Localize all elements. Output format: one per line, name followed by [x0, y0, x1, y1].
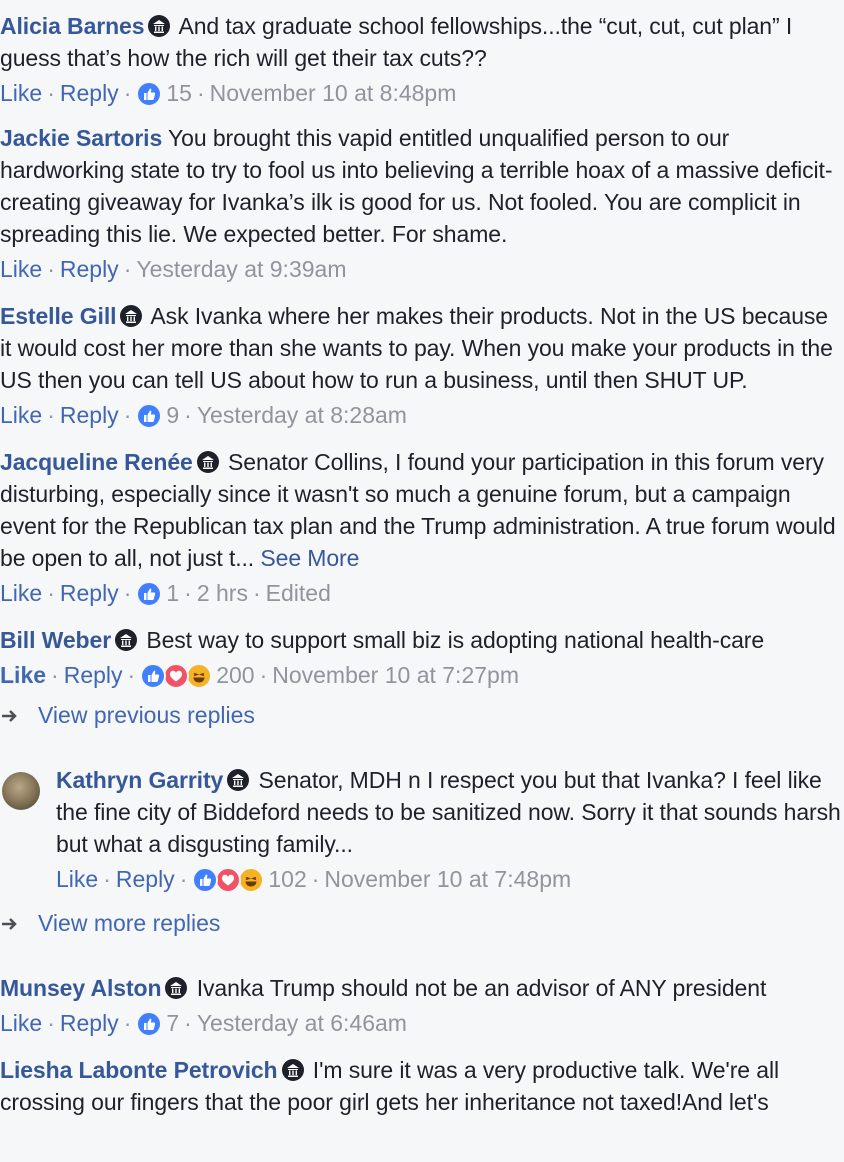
government-badge-icon	[281, 1059, 304, 1081]
comment-author[interactable]: Bill Weber	[0, 627, 111, 653]
comment-body: Estelle Gill Ask Ivanka where her makes …	[0, 300, 844, 396]
reactions[interactable]	[136, 1011, 166, 1037]
comment-body: Bill Weber Best way to support small biz…	[0, 624, 844, 656]
reaction-count: 7	[166, 1010, 180, 1036]
view-more-replies-link[interactable]: View more replies	[0, 906, 844, 940]
reply-link[interactable]: Reply	[60, 80, 119, 106]
like-link[interactable]: Like	[0, 580, 42, 606]
reply-link[interactable]: Reply	[64, 662, 123, 688]
comment-jackie-sartoris: Jackie Sartoris You brought this vapid e…	[0, 122, 844, 286]
reply-link[interactable]: Reply	[116, 866, 175, 892]
reply-link[interactable]: Reply	[60, 1010, 119, 1036]
comment-body: Jacqueline Renée Senator Collins, I foun…	[0, 446, 844, 574]
reply-link[interactable]: Reply	[60, 402, 119, 428]
comment-body: Alicia Barnes And tax graduate school fe…	[0, 10, 844, 74]
comment-author[interactable]: Jackie Sartoris	[0, 125, 162, 151]
comment-feed: Alicia Barnes And tax graduate school fe…	[0, 0, 844, 1118]
comment-author[interactable]: Liesha Labonte Petrovich	[0, 1057, 278, 1083]
comment-bill-weber: Bill Weber Best way to support small biz…	[0, 624, 844, 732]
comment-liesha-labonte-petrovich: Liesha Labonte Petrovich I'm sure it was…	[0, 1054, 844, 1118]
comment-author[interactable]: Jacqueline Renée	[0, 449, 193, 475]
like-link[interactable]: Like	[0, 662, 46, 688]
comment-body: Kathryn Garrity Senator, MDH n I respect…	[56, 764, 844, 860]
comment-estelle-gill: Estelle Gill Ask Ivanka where her makes …	[0, 300, 844, 432]
reply-link[interactable]: Reply	[60, 256, 119, 282]
reaction-count: 15	[166, 80, 192, 106]
haha-reaction-icon	[238, 867, 265, 893]
like-reaction-icon	[136, 403, 163, 429]
like-link[interactable]: Like	[0, 80, 42, 106]
comment-author[interactable]: Alicia Barnes	[0, 13, 145, 39]
timestamp[interactable]: November 10 at 7:27pm	[272, 662, 519, 688]
view-previous-replies-link[interactable]: View previous replies	[0, 698, 844, 732]
like-reaction-icon	[136, 81, 163, 107]
reactions[interactable]	[136, 581, 166, 607]
government-badge-icon	[120, 305, 143, 327]
reply-arrow-icon	[0, 906, 24, 940]
reply-link[interactable]: Reply	[60, 580, 119, 606]
reply-kathryn-garrity: Kathryn Garrity Senator, MDH n I respect…	[0, 764, 844, 896]
government-badge-icon	[148, 15, 171, 37]
comment-actions: Like · Reply · 15 · November 10 at 8:48pm	[0, 80, 457, 107]
government-badge-icon	[196, 451, 219, 473]
comment-body: Munsey Alston Ivanka Trump should not be…	[0, 972, 844, 1004]
government-badge-icon	[227, 769, 250, 791]
like-reaction-icon	[136, 581, 163, 607]
like-link[interactable]: Like	[0, 1010, 42, 1036]
timestamp[interactable]: Yesterday at 8:28am	[197, 402, 407, 428]
timestamp[interactable]: Yesterday at 6:46am	[197, 1010, 407, 1036]
comment-text: Best way to support small biz is adoptin…	[140, 627, 765, 653]
comment-author[interactable]: Kathryn Garrity	[56, 767, 223, 793]
reaction-count: 1	[166, 580, 180, 606]
avatar[interactable]	[2, 772, 40, 810]
reactions[interactable]	[136, 81, 166, 107]
reaction-count: 9	[166, 402, 180, 428]
like-reaction-icon	[136, 1011, 163, 1037]
reactions[interactable]	[192, 867, 268, 893]
comment-body: Liesha Labonte Petrovich I'm sure it was…	[0, 1054, 844, 1118]
reaction-count: 200	[216, 662, 255, 688]
comment-actions: Like · Reply · 102 · November 10 at 7:48pm	[56, 866, 572, 893]
like-reaction-icon	[140, 663, 167, 689]
government-badge-icon	[115, 629, 138, 651]
like-reaction-icon	[192, 867, 219, 893]
view-previous-replies-label: View previous replies	[38, 702, 255, 728]
comment-actions: Like · Reply · 9 · Yesterday at 8:28am	[0, 402, 407, 429]
comment-author[interactable]: Munsey Alston	[0, 975, 162, 1001]
comment-body: Jackie Sartoris You brought this vapid e…	[0, 122, 844, 250]
timestamp[interactable]: November 10 at 8:48pm	[210, 80, 457, 106]
reaction-count: 102	[268, 866, 307, 892]
comment-text: Ivanka Trump should not be an advisor of…	[190, 975, 767, 1001]
like-link[interactable]: Like	[0, 256, 42, 282]
timestamp[interactable]: Yesterday at 9:39am	[136, 256, 346, 282]
like-link[interactable]: Like	[0, 402, 42, 428]
reactions[interactable]	[136, 403, 166, 429]
reactions[interactable]	[140, 663, 216, 689]
government-badge-icon	[165, 977, 188, 999]
reply-arrow-icon	[0, 698, 24, 732]
like-link[interactable]: Like	[56, 866, 98, 892]
haha-reaction-icon	[186, 663, 213, 689]
comment-actions: Like · Reply · Yesterday at 9:39am	[0, 256, 347, 282]
view-more-replies-label: View more replies	[38, 910, 221, 936]
comment-actions: Like · Reply · 200 · November 10 at 7:27pm	[0, 662, 519, 689]
see-more-link[interactable]: See More	[260, 545, 359, 571]
love-reaction-icon	[163, 663, 190, 689]
edited-label[interactable]: Edited	[266, 580, 331, 606]
love-reaction-icon	[215, 867, 242, 893]
comment-munsey-alston: Munsey Alston Ivanka Trump should not be…	[0, 972, 844, 1040]
comment-jacqueline-renee: Jacqueline Renée Senator Collins, I foun…	[0, 446, 844, 610]
comment-author[interactable]: Estelle Gill	[0, 303, 117, 329]
comment-alicia-barnes: Alicia Barnes And tax graduate school fe…	[0, 10, 844, 110]
timestamp[interactable]: November 10 at 7:48pm	[324, 866, 571, 892]
comment-actions: Like · Reply · 1 · 2 hrs · Edited	[0, 580, 331, 607]
comment-actions: Like · Reply · 7 · Yesterday at 6:46am	[0, 1010, 407, 1037]
timestamp[interactable]: 2 hrs	[197, 580, 248, 606]
